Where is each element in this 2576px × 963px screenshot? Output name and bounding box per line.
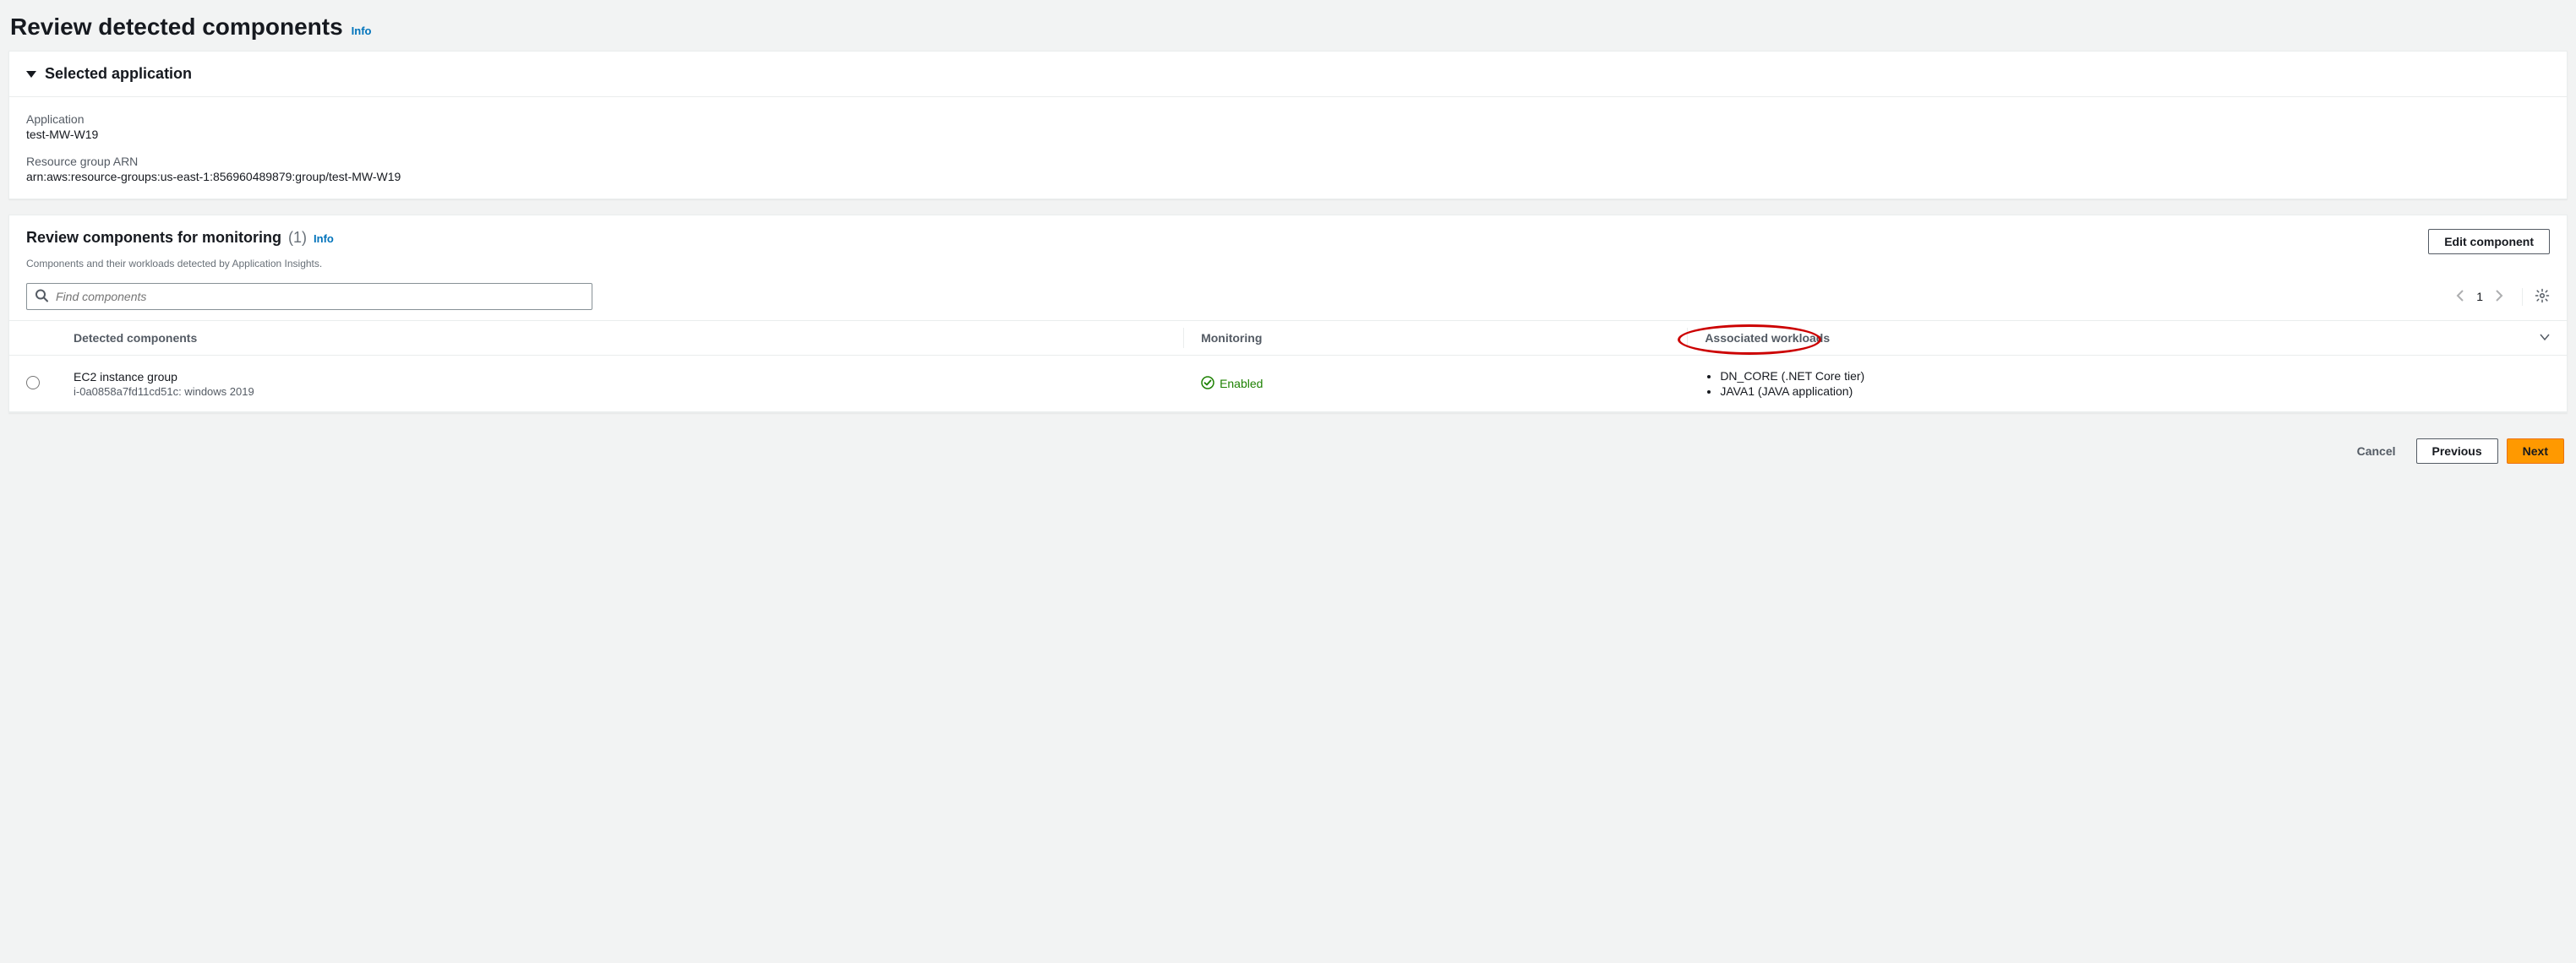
search-input[interactable] (26, 283, 592, 310)
review-components-card: Review components for monitoring (1) Inf… (8, 215, 2568, 413)
workload-item: JAVA1 (JAVA application) (1720, 384, 2550, 398)
review-info-link[interactable]: Info (314, 232, 334, 245)
selected-application-body: Application test-MW-W19 Resource group A… (9, 97, 2567, 199)
row-radio-cell (9, 356, 57, 412)
component-subtitle: i-0a0858a7fd11cd51c: windows 2019 (74, 385, 1167, 398)
page-title: Review detected components (10, 14, 343, 41)
workloads-list: DN_CORE (.NET Core tier) JAVA1 (JAVA app… (1705, 369, 2550, 398)
chevron-down-icon (26, 71, 36, 78)
monitoring-status: Enabled (1220, 377, 1263, 390)
search-wrapper (26, 283, 592, 310)
row-component-cell: EC2 instance group i-0a0858a7fd11cd51c: … (57, 356, 1184, 412)
review-count: (1) (288, 229, 307, 247)
col-detected[interactable]: Detected components (57, 321, 1184, 356)
selected-application-title: Selected application (45, 65, 192, 83)
edit-component-button[interactable]: Edit component (2428, 229, 2550, 254)
row-radio[interactable] (26, 376, 40, 389)
check-circle-icon (1201, 376, 1214, 392)
row-workloads-cell: DN_CORE (.NET Core tier) JAVA1 (JAVA app… (1688, 356, 2567, 412)
application-value: test-MW-W19 (26, 128, 2550, 141)
table-row: EC2 instance group i-0a0858a7fd11cd51c: … (9, 356, 2567, 412)
page-header: Review detected components Info (8, 8, 2568, 51)
review-section-header: Review components for monitoring (1) Inf… (9, 215, 2567, 258)
next-button[interactable]: Next (2507, 438, 2564, 464)
col-radio (9, 321, 57, 356)
component-name: EC2 instance group (74, 370, 1167, 384)
search-icon (35, 289, 48, 305)
pagination: 1 (2456, 288, 2550, 306)
review-description: Components and their workloads detected … (9, 258, 2567, 276)
page-info-link[interactable]: Info (352, 24, 372, 37)
arn-value: arn:aws:resource-groups:us-east-1:856960… (26, 170, 2550, 183)
col-settings[interactable] (2523, 321, 2567, 356)
pager-prev-icon[interactable] (2456, 290, 2464, 304)
cancel-button[interactable]: Cancel (2345, 439, 2408, 463)
selected-application-toggle[interactable]: Selected application (9, 52, 2567, 97)
pager-current-page: 1 (2476, 290, 2483, 303)
previous-button[interactable]: Previous (2416, 438, 2498, 464)
pager-next-icon[interactable] (2495, 290, 2503, 304)
components-table: Detected components Monitoring Associate… (9, 320, 2567, 412)
review-toolbar: 1 (9, 276, 2567, 320)
wizard-footer: Cancel Previous Next (8, 428, 2568, 471)
selected-application-card: Selected application Application test-MW… (8, 51, 2568, 199)
arn-label: Resource group ARN (26, 155, 2550, 168)
row-monitoring-cell: Enabled (1184, 356, 1688, 412)
col-monitoring[interactable]: Monitoring (1184, 321, 1688, 356)
col-workloads[interactable]: Associated workloads (1688, 321, 2523, 356)
gear-icon[interactable] (2522, 288, 2550, 306)
workload-item: DN_CORE (.NET Core tier) (1720, 369, 2550, 383)
application-label: Application (26, 112, 2550, 126)
review-title: Review components for monitoring (26, 229, 281, 247)
